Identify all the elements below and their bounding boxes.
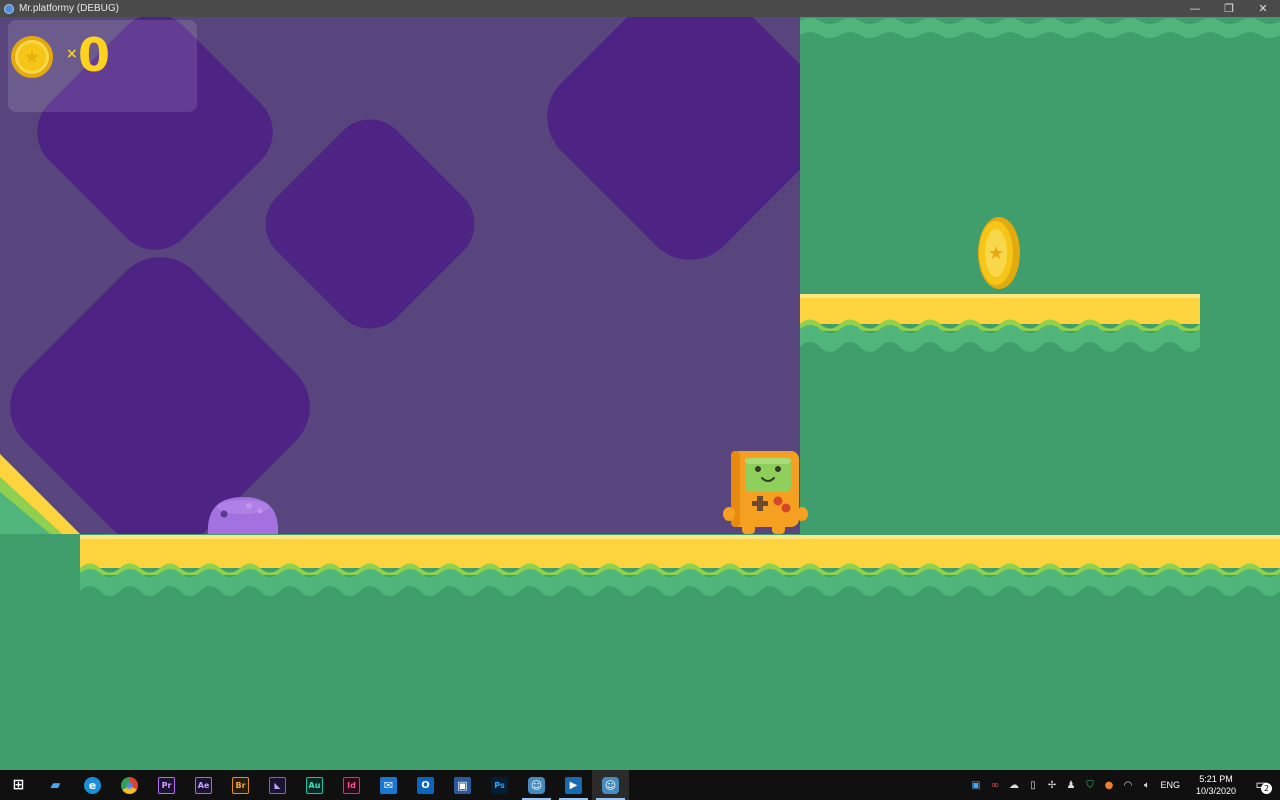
taskbar-audition[interactable]: Au xyxy=(296,770,333,800)
restore-button[interactable]: ❐ xyxy=(1212,0,1246,17)
taskbar-outlook[interactable]: O xyxy=(407,770,444,800)
bridge-icon: Br xyxy=(232,776,249,794)
window-titlebar: Mr.platformy (DEBUG) — ❐ ✕ xyxy=(0,0,1280,17)
taskbar-bridge[interactable]: Br xyxy=(222,770,259,800)
tray-link-icon[interactable]: ∞ xyxy=(985,770,1004,800)
game-viewport[interactable]: ★ ★ × 0 xyxy=(0,17,1280,770)
taskbar-calculator[interactable]: ▣ xyxy=(444,770,481,800)
taskbar-premiere[interactable]: Pr xyxy=(148,770,185,800)
godot-app-icon xyxy=(4,3,14,14)
multiplier-sign: × xyxy=(66,46,78,62)
action-center-button[interactable]: ▭ 2 xyxy=(1244,770,1280,800)
window-title: Mr.platformy (DEBUG) xyxy=(19,3,120,14)
chrome-icon: ◉ xyxy=(121,776,138,794)
tray-app-icon[interactable]: ▣ xyxy=(966,770,985,800)
start-button[interactable]: ⊞ xyxy=(0,770,37,800)
clock-time: 5:21 PM xyxy=(1199,774,1233,784)
clock-date: 10/3/2020 xyxy=(1195,786,1237,796)
language-indicator[interactable]: ENG xyxy=(1160,780,1180,790)
file-explorer-icon: ▰ xyxy=(50,777,61,793)
taskbar-media-player[interactable]: ▶ xyxy=(555,770,592,800)
tray-orange-icon[interactable]: ● xyxy=(1099,770,1118,800)
taskbar-indesign[interactable]: Id xyxy=(333,770,370,800)
tray-grid-icon[interactable]: ✢ xyxy=(1042,770,1061,800)
photoshop-icon: Ps xyxy=(491,776,508,794)
taskbar-edge[interactable]: e xyxy=(74,770,111,800)
indesign-icon: Id xyxy=(343,776,360,794)
taskbar-after-effects[interactable]: Ae xyxy=(185,770,222,800)
godot-icon: ☺ xyxy=(528,776,545,794)
wifi-icon[interactable]: ◠ xyxy=(1118,770,1137,800)
after-effects-icon: Ae xyxy=(195,776,212,794)
taskbar-godot[interactable]: ☺ xyxy=(518,770,555,800)
taskbar-chrome[interactable]: ◉ xyxy=(111,770,148,800)
calculator-icon: ▣ xyxy=(454,776,471,794)
windows-logo-icon: ⊞ xyxy=(12,777,25,793)
coin-counter-hud: × 0 xyxy=(8,20,197,112)
taskbar-visual-studio[interactable]: ◣ xyxy=(259,770,296,800)
visual-studio-icon: ◣ xyxy=(269,776,286,794)
mail-icon: ✉ xyxy=(380,776,397,794)
taskbar-godot-game[interactable]: ☺ xyxy=(592,770,629,800)
usb-icon[interactable]: ▯ xyxy=(1023,770,1042,800)
outlook-icon: O xyxy=(417,776,434,794)
system-tray: ▣ ∞ ☁ ▯ ✢ ♟ ⛉ ● ◠ 🔈︎ ENG 5:21 PM 10/3/20… xyxy=(966,770,1280,800)
godot-game-icon: ☺ xyxy=(602,776,619,794)
svg-text:★: ★ xyxy=(988,243,1004,264)
coin-count: 0 xyxy=(78,28,111,82)
windows-taskbar: ⊞ ▰ e ◉ Pr Ae Br ◣ Au Id ✉ O ▣ Ps ☺ ▶ ☺ xyxy=(0,770,1280,800)
clock[interactable]: 5:21 PM 10/3/2020 xyxy=(1188,773,1244,797)
taskbar-photoshop[interactable]: Ps xyxy=(481,770,518,800)
volume-icon[interactable]: 🔈︎ xyxy=(1137,770,1156,800)
upper-platform xyxy=(800,293,1200,355)
notification-count: 2 xyxy=(1261,783,1272,794)
coin-icon xyxy=(11,36,53,78)
premiere-icon: Pr xyxy=(158,776,175,794)
taskbar-mail[interactable]: ✉ xyxy=(370,770,407,800)
main-ground xyxy=(80,534,1280,770)
defender-icon[interactable]: ⛉ xyxy=(1080,770,1099,800)
onedrive-icon[interactable]: ☁ xyxy=(1004,770,1023,800)
media-player-icon: ▶ xyxy=(565,776,582,794)
taskbar-file-explorer[interactable]: ▰ xyxy=(37,770,74,800)
minimize-button[interactable]: — xyxy=(1178,0,1212,17)
close-button[interactable]: ✕ xyxy=(1246,0,1280,17)
tray-user-icon[interactable]: ♟ xyxy=(1061,770,1080,800)
green-wall xyxy=(800,17,1280,537)
gold-coin: ★ xyxy=(978,217,1020,289)
player-character xyxy=(723,451,808,534)
game-scene: ★ xyxy=(0,17,1280,770)
audition-icon: Au xyxy=(306,776,323,794)
edge-icon: e xyxy=(84,776,101,794)
